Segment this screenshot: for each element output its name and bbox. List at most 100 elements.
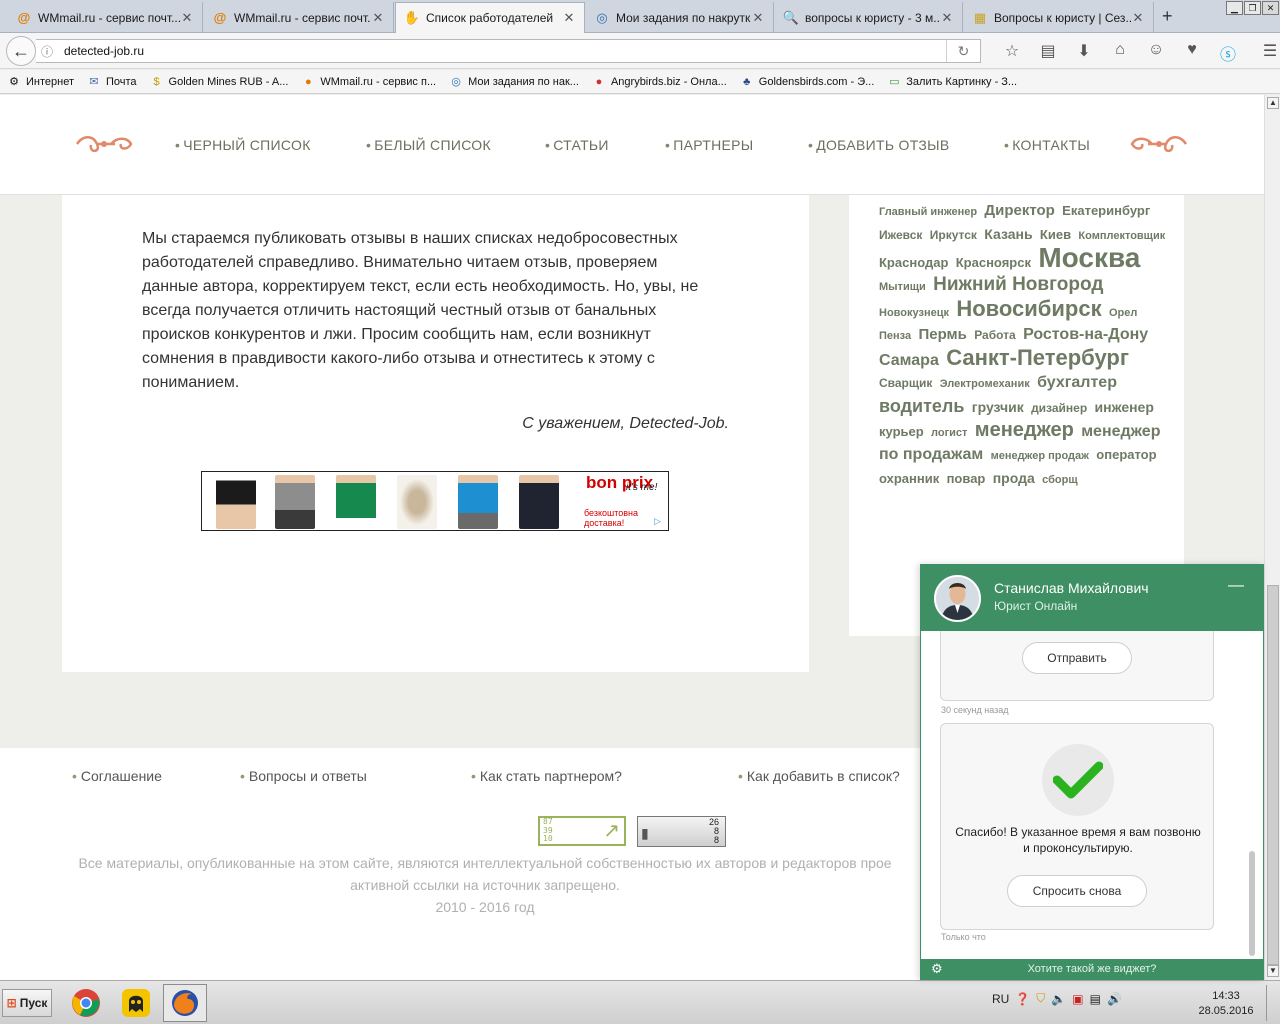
tag-link[interactable]: бухгалтер	[1037, 374, 1117, 391]
bookmark-wmmail[interactable]: ● WMmail.ru - сервис п...	[300, 74, 436, 90]
footer-link-add-to-list[interactable]: • Как добавить в список?	[738, 768, 900, 784]
tag-link[interactable]: курьер	[879, 424, 924, 439]
tab-search-lawyer[interactable]: 🔍 вопросы к юристу - 3 м... ✕	[775, 2, 963, 33]
tag-link[interactable]: Самара	[879, 352, 939, 369]
tag-link[interactable]: Москва	[1038, 242, 1140, 273]
tab-wmmail-1[interactable]: @ WMmail.ru - сервис почт... ✕	[8, 2, 203, 33]
bookmark-golden-mines[interactable]: $ Golden Mines RUB - A...	[149, 74, 288, 90]
chat-bubble-icon[interactable]: ☺	[1138, 41, 1174, 65]
tag-link[interactable]: прода	[993, 470, 1035, 486]
tag-link[interactable]: Краснодар	[879, 255, 948, 270]
scrollbar-thumb[interactable]	[1267, 585, 1279, 965]
tag-link[interactable]: оператор	[1096, 447, 1156, 462]
tag-link[interactable]: Пермь	[918, 326, 966, 343]
tag-link[interactable]: Пенза	[879, 330, 911, 342]
nav-contacts[interactable]: • КОНТАКТЫ	[1004, 137, 1090, 153]
close-window-icon[interactable]: ✕	[1262, 1, 1279, 15]
tag-link[interactable]: Киев	[1040, 227, 1071, 242]
tab-wmmail-2[interactable]: @ WMmail.ru - сервис почт... ✕	[204, 2, 394, 33]
nav-articles[interactable]: • СТАТЬИ	[545, 137, 609, 153]
tag-link[interactable]: Иркутск	[930, 228, 977, 242]
bookmark-goldensbirds[interactable]: ♣ Goldensbirds.com - Э...	[739, 74, 874, 90]
chat-scrollbar[interactable]	[1249, 851, 1255, 956]
ghost-icon[interactable]	[114, 984, 158, 1022]
widget-promo-link[interactable]: Хотите такой же виджет?	[921, 963, 1263, 975]
page-scrollbar[interactable]: ▲ ▼	[1264, 95, 1280, 980]
tag-link[interactable]: охранник	[879, 471, 939, 486]
show-desktop-button[interactable]	[1266, 985, 1278, 1021]
network-icon[interactable]: ▣	[1072, 992, 1083, 1006]
tag-link[interactable]: менеджер	[975, 419, 1074, 441]
tag-link[interactable]: Новосибирск	[956, 296, 1101, 321]
tag-link[interactable]: менеджер продаж	[991, 450, 1089, 462]
tag-link[interactable]: Директор	[984, 202, 1054, 219]
close-icon[interactable]: ✕	[180, 10, 194, 26]
help-icon[interactable]: ❓	[1015, 992, 1030, 1006]
tag-link[interactable]: Санкт-Петербург	[946, 345, 1129, 370]
skype-icon[interactable]: ⓢ	[1210, 41, 1246, 65]
info-icon[interactable]: ⓘ	[36, 43, 58, 60]
tag-link[interactable]: Новокузнецк	[879, 307, 949, 319]
ad-product-jacket[interactable]	[519, 475, 559, 529]
close-icon[interactable]: ✕	[751, 10, 765, 26]
tab-employers-list[interactable]: ✋ Список работодателей ✕	[395, 2, 585, 33]
adchoices-icon[interactable]: ▷	[654, 516, 666, 528]
footer-link-agreement[interactable]: • Соглашение	[72, 768, 162, 784]
tag-link[interactable]: Электромеханик	[940, 378, 1030, 390]
language-indicator[interactable]: RU	[992, 992, 1009, 1006]
home-icon[interactable]: ⌂	[1102, 41, 1138, 65]
minimize-chat-icon[interactable]: —	[1227, 577, 1245, 595]
tag-link[interactable]: логист	[931, 427, 967, 439]
tag-link[interactable]: Казань	[984, 226, 1032, 242]
ad-product-tshirt[interactable]	[275, 475, 315, 529]
close-icon[interactable]: ✕	[371, 10, 385, 26]
tag-link[interactable]: Красноярск	[956, 255, 1031, 270]
start-button[interactable]: ⊞ Пуск	[2, 989, 52, 1017]
firefox-icon[interactable]	[163, 984, 207, 1022]
tag-link[interactable]: сборщ	[1042, 474, 1078, 486]
ad-product-shoes[interactable]	[397, 475, 437, 529]
reading-list-icon[interactable]: ▤	[1030, 41, 1066, 65]
speaker-icon[interactable]: 🔈	[1051, 992, 1066, 1006]
url-text[interactable]: detected-job.ru	[58, 44, 946, 58]
bookmark-mail[interactable]: ✉ Почта	[86, 74, 136, 90]
tag-link[interactable]: водитель	[879, 396, 964, 416]
ad-product-dress[interactable]	[336, 475, 376, 529]
restore-icon[interactable]: ❐	[1244, 1, 1261, 15]
tag-link[interactable]: Комплектовщик	[1078, 230, 1165, 242]
bookmark-star-icon[interactable]: ☆	[994, 41, 1030, 65]
download-icon[interactable]: ⬇	[1066, 41, 1102, 65]
chrome-icon[interactable]	[64, 984, 108, 1022]
tag-link[interactable]: Нижний Новгород	[933, 274, 1103, 295]
bookmark-upload-picture[interactable]: ▭ Залить Картинку - З...	[886, 74, 1017, 90]
menu-icon[interactable]: ☰	[1252, 41, 1280, 65]
ad-product-shorts[interactable]	[216, 475, 256, 529]
liveinternet-counter[interactable]: ▮ 26 8 8	[637, 816, 726, 847]
bookmark-angrybirds[interactable]: ● Angrybirds.biz - Онла...	[591, 74, 727, 90]
nav-add-review[interactable]: • ДОБАВИТЬ ОТЗЫВ	[808, 137, 950, 153]
scroll-up-icon[interactable]: ▲	[1267, 97, 1279, 109]
shield-icon[interactable]: ⛉	[1036, 991, 1045, 1006]
visit-counter-badge[interactable]: 87 39 10 ↗	[538, 816, 626, 846]
minimize-icon[interactable]: ▁	[1226, 1, 1243, 15]
tag-link[interactable]: грузчик	[972, 399, 1024, 415]
pocket-icon[interactable]: ♥	[1174, 41, 1210, 65]
footer-link-become-partner[interactable]: • Как стать партнером?	[471, 768, 622, 784]
address-bar[interactable]: ⓘ detected-job.ru ↻	[36, 39, 981, 63]
close-icon[interactable]: ✕	[562, 10, 576, 26]
bookmark-internet[interactable]: ⚙ Интернет	[6, 74, 74, 90]
tag-link[interactable]: Мытищи	[879, 281, 926, 293]
bookmark-tasks[interactable]: ◎ Мои задания по нак...	[448, 74, 579, 90]
tag-link[interactable]: Сварщик	[879, 376, 932, 390]
send-button[interactable]: Отправить	[1022, 642, 1132, 674]
new-tab-button[interactable]: +	[1162, 6, 1173, 27]
ask-again-button[interactable]: Спросить снова	[1007, 875, 1147, 907]
nav-blacklist[interactable]: • ЧЕРНЫЙ СПИСОК	[175, 137, 311, 153]
printer-icon[interactable]: ▤	[1090, 992, 1101, 1006]
tag-link[interactable]: Екатеринбург	[1062, 203, 1150, 218]
close-icon[interactable]: ✕	[940, 10, 954, 26]
reload-icon[interactable]: ↻	[946, 40, 980, 62]
ad-banner[interactable]: bon prix it's me! безкоштовна доставка! …	[201, 471, 669, 531]
tab-lawyer-questions[interactable]: ▦ Вопросы к юристу | Сез... ✕	[964, 2, 1154, 33]
close-icon[interactable]: ✕	[1131, 10, 1145, 26]
